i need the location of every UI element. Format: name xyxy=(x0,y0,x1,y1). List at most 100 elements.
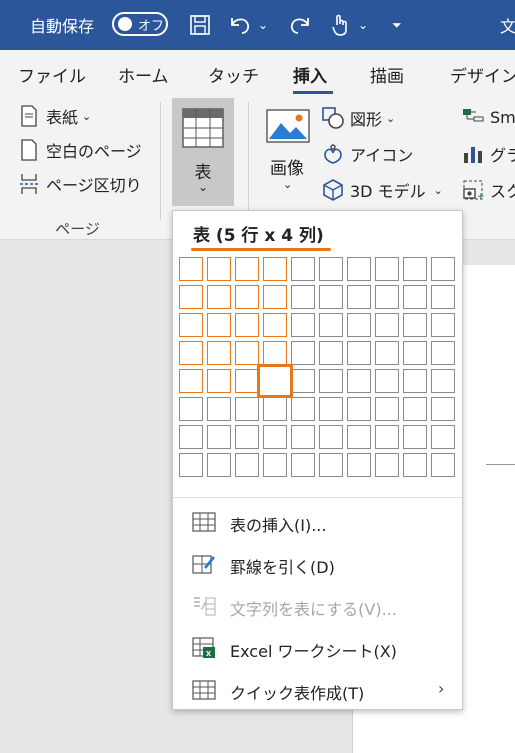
grid-cell[interactable] xyxy=(263,425,287,449)
grid-cell[interactable] xyxy=(319,285,343,309)
grid-cell[interactable] xyxy=(291,453,315,477)
redo-icon[interactable] xyxy=(286,0,314,50)
grid-cell[interactable] xyxy=(347,285,371,309)
grid-cell[interactable] xyxy=(431,425,455,449)
grid-cell[interactable] xyxy=(319,453,343,477)
grid-cell[interactable] xyxy=(263,285,287,309)
grid-cell[interactable] xyxy=(375,341,399,365)
grid-cell[interactable] xyxy=(375,285,399,309)
grid-cell[interactable] xyxy=(179,313,203,337)
grid-cell[interactable] xyxy=(319,397,343,421)
grid-cell[interactable] xyxy=(347,257,371,281)
grid-cell[interactable] xyxy=(347,313,371,337)
tab-touch[interactable]: タッチ xyxy=(208,62,259,87)
grid-cell[interactable] xyxy=(179,397,203,421)
grid-cell[interactable] xyxy=(263,453,287,477)
grid-cell[interactable] xyxy=(235,313,259,337)
grid-cell[interactable] xyxy=(207,313,231,337)
grid-cell[interactable] xyxy=(263,397,287,421)
grid-cell[interactable] xyxy=(403,425,427,449)
picture-icon[interactable] xyxy=(266,108,316,144)
grid-cell[interactable] xyxy=(431,341,455,365)
smartart-button[interactable]: Sm xyxy=(462,106,515,128)
grid-cell[interactable] xyxy=(235,369,259,393)
table-button[interactable]: 表 ⌄ xyxy=(172,98,234,206)
grid-cell[interactable] xyxy=(403,285,427,309)
grid-cell[interactable] xyxy=(235,453,259,477)
shapes-button[interactable]: 図形 ⌄ xyxy=(322,106,395,130)
grid-cell[interactable] xyxy=(403,453,427,477)
grid-cell[interactable] xyxy=(431,285,455,309)
tab-draw[interactable]: 描画 xyxy=(370,62,404,87)
grid-cell[interactable] xyxy=(347,425,371,449)
grid-cell[interactable] xyxy=(291,313,315,337)
grid-cell[interactable] xyxy=(347,453,371,477)
grid-cell[interactable] xyxy=(431,397,455,421)
grid-cell[interactable] xyxy=(347,341,371,365)
excel-worksheet-menu-item[interactable]: x Excel ワークシート(X) xyxy=(173,627,462,669)
grid-cell[interactable] xyxy=(291,285,315,309)
table-grid[interactable] xyxy=(179,257,459,481)
insert-table-menu-item[interactable]: 表の挿入(I)... xyxy=(173,501,462,543)
tab-file[interactable]: ファイル xyxy=(18,62,86,87)
grid-cell[interactable] xyxy=(179,425,203,449)
grid-cell[interactable] xyxy=(375,369,399,393)
grid-cell[interactable] xyxy=(291,397,315,421)
grid-cell[interactable] xyxy=(291,341,315,365)
autosave-toggle[interactable]: オフ xyxy=(112,12,168,36)
grid-cell[interactable] xyxy=(347,397,371,421)
grid-cell[interactable] xyxy=(263,257,287,281)
grid-cell[interactable] xyxy=(207,257,231,281)
grid-cell[interactable] xyxy=(431,257,455,281)
grid-cell[interactable] xyxy=(375,453,399,477)
grid-cell[interactable] xyxy=(291,369,315,393)
grid-cell[interactable] xyxy=(179,285,203,309)
grid-cell[interactable] xyxy=(375,397,399,421)
grid-cell[interactable] xyxy=(235,425,259,449)
grid-cell[interactable] xyxy=(431,453,455,477)
grid-cell[interactable] xyxy=(257,364,293,398)
grid-cell[interactable] xyxy=(179,369,203,393)
grid-cell[interactable] xyxy=(179,257,203,281)
grid-cell[interactable] xyxy=(207,397,231,421)
grid-cell[interactable] xyxy=(319,257,343,281)
grid-cell[interactable] xyxy=(291,257,315,281)
grid-cell[interactable] xyxy=(179,453,203,477)
chart-button[interactable]: グラ xyxy=(462,142,515,166)
3d-models-button[interactable]: 3D モデル ⌄ xyxy=(322,178,443,202)
tab-insert[interactable]: 挿入 xyxy=(293,62,327,87)
grid-cell[interactable] xyxy=(291,425,315,449)
tab-home[interactable]: ホーム xyxy=(118,62,169,87)
grid-cell[interactable] xyxy=(235,341,259,365)
grid-cell[interactable] xyxy=(207,369,231,393)
tab-design[interactable]: デザイン xyxy=(450,62,515,87)
grid-cell[interactable] xyxy=(235,285,259,309)
grid-cell[interactable] xyxy=(207,453,231,477)
cover-page-button[interactable]: 表紙 ⌄ xyxy=(18,104,91,128)
save-icon[interactable] xyxy=(186,0,214,50)
grid-cell[interactable] xyxy=(179,341,203,365)
screenshot-button[interactable]: + スク xyxy=(462,178,515,202)
grid-cell[interactable] xyxy=(319,313,343,337)
customize-toolbar-icon[interactable]: ⏷ xyxy=(392,0,402,50)
picture-dropdown-icon[interactable]: ⌄ xyxy=(283,178,292,191)
touch-dropdown-icon[interactable]: ⌄ xyxy=(358,0,368,50)
grid-cell[interactable] xyxy=(431,369,455,393)
touch-mode-icon[interactable] xyxy=(326,0,354,50)
blank-page-button[interactable]: 空白のページ xyxy=(18,138,142,162)
grid-cell[interactable] xyxy=(403,257,427,281)
undo-dropdown-icon[interactable]: ⌄ xyxy=(258,0,268,50)
grid-cell[interactable] xyxy=(403,313,427,337)
grid-cell[interactable] xyxy=(319,341,343,365)
grid-cell[interactable] xyxy=(207,285,231,309)
grid-cell[interactable] xyxy=(235,257,259,281)
grid-cell[interactable] xyxy=(403,341,427,365)
grid-cell[interactable] xyxy=(207,425,231,449)
grid-cell[interactable] xyxy=(431,313,455,337)
undo-icon[interactable] xyxy=(226,0,254,50)
grid-cell[interactable] xyxy=(235,397,259,421)
grid-cell[interactable] xyxy=(263,341,287,365)
quick-table-menu-item[interactable]: クイック表作成(T) › xyxy=(173,669,462,711)
icons-button[interactable]: アイコン xyxy=(322,142,413,166)
grid-cell[interactable] xyxy=(347,369,371,393)
